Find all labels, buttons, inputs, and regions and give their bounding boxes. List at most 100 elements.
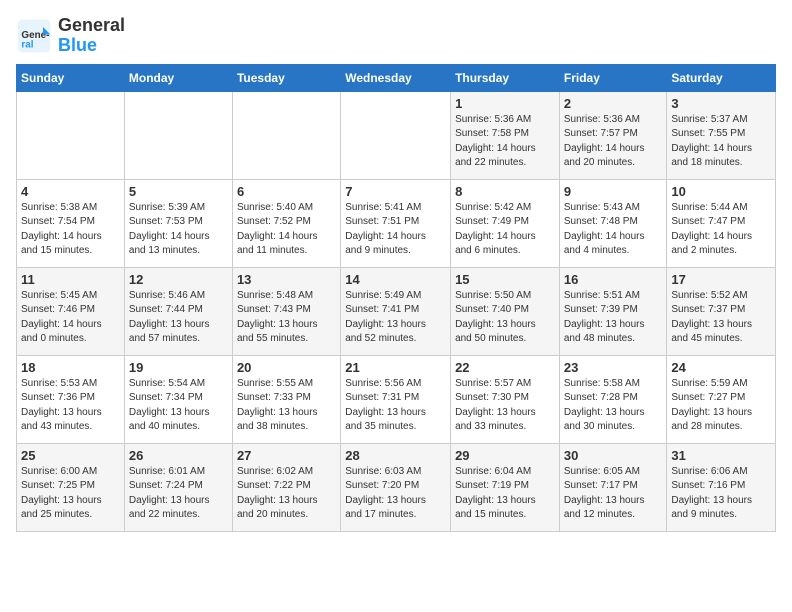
calendar-cell: 30 Sunrise: 6:05 AM Sunset: 7:17 PM Dayli… xyxy=(559,443,667,531)
day-number: 17 xyxy=(671,272,771,287)
day-number: 31 xyxy=(671,448,771,463)
day-number: 30 xyxy=(564,448,663,463)
day-number: 12 xyxy=(129,272,228,287)
day-number: 7 xyxy=(345,184,446,199)
day-info: Sunrise: 5:57 AM Sunset: 7:30 PM Dayligh… xyxy=(455,377,555,435)
calendar-week-row: 25 Sunrise: 6:00 AM Sunset: 7:25 PM Dayli… xyxy=(17,443,776,531)
day-info: Sunrise: 6:06 AM Sunset: 7:16 PM Dayligh… xyxy=(671,465,771,523)
calendar-cell xyxy=(232,91,340,179)
calendar-cell xyxy=(17,91,125,179)
calendar-cell: 2Sunrise: 5:36 AM Sunset: 7:57 PM Daylig… xyxy=(559,91,667,179)
day-info: Sunrise: 6:04 AM Sunset: 7:19 PM Dayligh… xyxy=(455,465,555,523)
weekday-header: Saturday xyxy=(667,64,776,91)
day-info: Sunrise: 6:03 AM Sunset: 7:20 PM Dayligh… xyxy=(345,465,446,523)
calendar-cell: 22 Sunrise: 5:57 AM Sunset: 7:30 PM Dayli… xyxy=(451,355,560,443)
day-info: Sunrise: 5:59 AM Sunset: 7:27 PM Dayligh… xyxy=(671,377,771,435)
day-number: 9 xyxy=(564,184,663,199)
calendar-cell: 8Sunrise: 5:42 AM Sunset: 7:49 PM Daylig… xyxy=(451,179,560,267)
day-number: 2 xyxy=(564,96,663,111)
logo: Gene- ral GeneralBlue xyxy=(16,16,125,56)
day-info: Sunrise: 5:45 AM Sunset: 7:46 PM Dayligh… xyxy=(21,289,120,347)
day-info: Sunrise: 5:44 AM Sunset: 7:47 PM Dayligh… xyxy=(671,201,771,259)
day-info: Sunrise: 5:52 AM Sunset: 7:37 PM Dayligh… xyxy=(671,289,771,347)
day-info: Sunrise: 5:58 AM Sunset: 7:28 PM Dayligh… xyxy=(564,377,663,435)
calendar-cell xyxy=(124,91,232,179)
calendar-cell: 26Sunrise: 6:01 AM Sunset: 7:24 PM Dayli… xyxy=(124,443,232,531)
day-info: Sunrise: 5:40 AM Sunset: 7:52 PM Dayligh… xyxy=(237,201,336,259)
day-number: 1 xyxy=(455,96,555,111)
weekday-header: Thursday xyxy=(451,64,560,91)
day-number: 24 xyxy=(671,360,771,375)
day-info: Sunrise: 6:00 AM Sunset: 7:25 PM Dayligh… xyxy=(21,465,120,523)
logo-icon: Gene- ral xyxy=(16,18,52,54)
weekday-header: Monday xyxy=(124,64,232,91)
calendar-cell: 12Sunrise: 5:46 AM Sunset: 7:44 PM Dayli… xyxy=(124,267,232,355)
day-info: Sunrise: 5:51 AM Sunset: 7:39 PM Dayligh… xyxy=(564,289,663,347)
day-info: Sunrise: 5:56 AM Sunset: 7:31 PM Dayligh… xyxy=(345,377,446,435)
calendar-cell: 27 Sunrise: 6:02 AM Sunset: 7:22 PM Dayli… xyxy=(232,443,340,531)
day-info: Sunrise: 6:05 AM Sunset: 7:17 PM Dayligh… xyxy=(564,465,663,523)
day-number: 19 xyxy=(129,360,228,375)
calendar-cell: 9Sunrise: 5:43 AM Sunset: 7:48 PM Daylig… xyxy=(559,179,667,267)
day-info: Sunrise: 5:54 AM Sunset: 7:34 PM Dayligh… xyxy=(129,377,228,435)
calendar-cell: 20Sunrise: 5:55 AM Sunset: 7:33 PM Dayli… xyxy=(232,355,340,443)
logo-text: GeneralBlue xyxy=(58,16,125,56)
day-number: 22 xyxy=(455,360,555,375)
day-info: Sunrise: 5:37 AM Sunset: 7:55 PM Dayligh… xyxy=(671,113,771,171)
day-info: Sunrise: 5:53 AM Sunset: 7:36 PM Dayligh… xyxy=(21,377,120,435)
calendar-cell: 3 Sunrise: 5:37 AM Sunset: 7:55 PM Daylig… xyxy=(667,91,776,179)
page-header: Gene- ral GeneralBlue xyxy=(16,16,776,56)
day-info: Sunrise: 5:49 AM Sunset: 7:41 PM Dayligh… xyxy=(345,289,446,347)
svg-text:ral: ral xyxy=(21,39,33,50)
calendar-cell: 6 Sunrise: 5:40 AM Sunset: 7:52 PM Daylig… xyxy=(232,179,340,267)
weekday-header: Sunday xyxy=(17,64,125,91)
calendar-table: SundayMondayTuesdayWednesdayThursdayFrid… xyxy=(16,64,776,532)
weekday-header: Friday xyxy=(559,64,667,91)
calendar-cell: 13 Sunrise: 5:48 AM Sunset: 7:43 PM Dayli… xyxy=(232,267,340,355)
weekday-header: Tuesday xyxy=(232,64,340,91)
day-number: 28 xyxy=(345,448,446,463)
calendar-week-row: 1 Sunrise: 5:36 AM Sunset: 7:58 PM Daylig… xyxy=(17,91,776,179)
day-number: 8 xyxy=(455,184,555,199)
calendar-cell: 24 Sunrise: 5:59 AM Sunset: 7:27 PM Dayli… xyxy=(667,355,776,443)
calendar-week-row: 4Sunrise: 5:38 AM Sunset: 7:54 PM Daylig… xyxy=(17,179,776,267)
day-number: 14 xyxy=(345,272,446,287)
calendar-cell: 5Sunrise: 5:39 AM Sunset: 7:53 PM Daylig… xyxy=(124,179,232,267)
day-number: 29 xyxy=(455,448,555,463)
calendar-cell: 1 Sunrise: 5:36 AM Sunset: 7:58 PM Daylig… xyxy=(451,91,560,179)
day-info: Sunrise: 5:39 AM Sunset: 7:53 PM Dayligh… xyxy=(129,201,228,259)
calendar-cell: 31 Sunrise: 6:06 AM Sunset: 7:16 PM Dayli… xyxy=(667,443,776,531)
day-info: Sunrise: 5:41 AM Sunset: 7:51 PM Dayligh… xyxy=(345,201,446,259)
day-number: 21 xyxy=(345,360,446,375)
calendar-cell: 18Sunrise: 5:53 AM Sunset: 7:36 PM Dayli… xyxy=(17,355,125,443)
calendar-header: SundayMondayTuesdayWednesdayThursdayFrid… xyxy=(17,64,776,91)
day-info: Sunrise: 5:48 AM Sunset: 7:43 PM Dayligh… xyxy=(237,289,336,347)
calendar-cell: 23 Sunrise: 5:58 AM Sunset: 7:28 PM Dayli… xyxy=(559,355,667,443)
calendar-cell: 21 Sunrise: 5:56 AM Sunset: 7:31 PM Dayli… xyxy=(341,355,451,443)
day-info: Sunrise: 6:02 AM Sunset: 7:22 PM Dayligh… xyxy=(237,465,336,523)
calendar-cell: 19 Sunrise: 5:54 AM Sunset: 7:34 PM Dayli… xyxy=(124,355,232,443)
day-number: 26 xyxy=(129,448,228,463)
day-number: 23 xyxy=(564,360,663,375)
calendar-cell: 10 Sunrise: 5:44 AM Sunset: 7:47 PM Dayli… xyxy=(667,179,776,267)
day-number: 3 xyxy=(671,96,771,111)
calendar-cell: 4Sunrise: 5:38 AM Sunset: 7:54 PM Daylig… xyxy=(17,179,125,267)
calendar-week-row: 18Sunrise: 5:53 AM Sunset: 7:36 PM Dayli… xyxy=(17,355,776,443)
day-info: Sunrise: 5:38 AM Sunset: 7:54 PM Dayligh… xyxy=(21,201,120,259)
day-number: 10 xyxy=(671,184,771,199)
calendar-cell: 29 Sunrise: 6:04 AM Sunset: 7:19 PM Dayli… xyxy=(451,443,560,531)
day-number: 11 xyxy=(21,272,120,287)
calendar-cell: 28 Sunrise: 6:03 AM Sunset: 7:20 PM Dayli… xyxy=(341,443,451,531)
calendar-cell: 17 Sunrise: 5:52 AM Sunset: 7:37 PM Dayli… xyxy=(667,267,776,355)
day-number: 16 xyxy=(564,272,663,287)
day-number: 25 xyxy=(21,448,120,463)
day-number: 6 xyxy=(237,184,336,199)
day-info: Sunrise: 5:36 AM Sunset: 7:58 PM Dayligh… xyxy=(455,113,555,171)
calendar-cell: 7 Sunrise: 5:41 AM Sunset: 7:51 PM Daylig… xyxy=(341,179,451,267)
day-number: 13 xyxy=(237,272,336,287)
calendar-cell: 25 Sunrise: 6:00 AM Sunset: 7:25 PM Dayli… xyxy=(17,443,125,531)
calendar-week-row: 11 Sunrise: 5:45 AM Sunset: 7:46 PM Dayli… xyxy=(17,267,776,355)
day-number: 27 xyxy=(237,448,336,463)
day-info: Sunrise: 5:55 AM Sunset: 7:33 PM Dayligh… xyxy=(237,377,336,435)
day-number: 15 xyxy=(455,272,555,287)
